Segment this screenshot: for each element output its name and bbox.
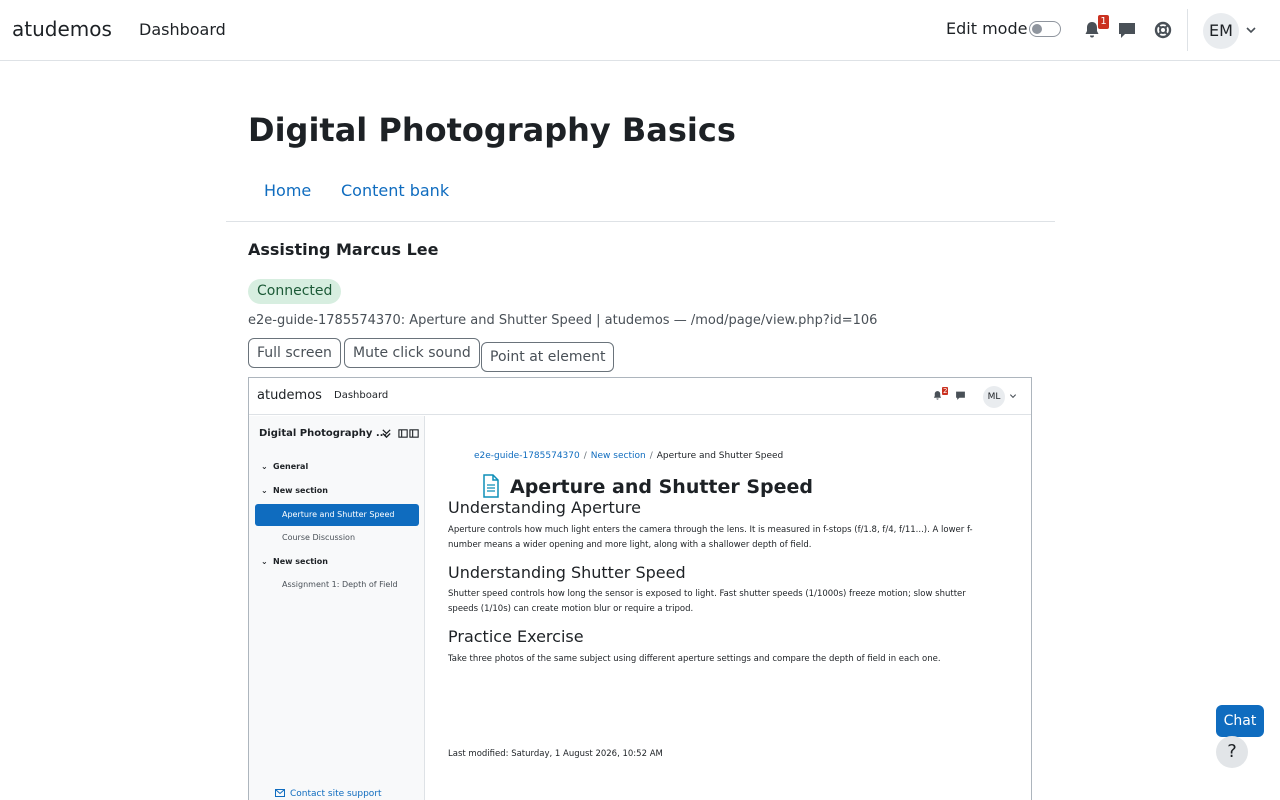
- chat-button[interactable]: Chat: [1216, 705, 1264, 737]
- secondary-navigation: Home Content bank: [226, 170, 1055, 222]
- nav-dashboard-link[interactable]: Dashboard: [139, 20, 226, 39]
- close-drawer-icon[interactable]: [397, 428, 421, 439]
- site-brand[interactable]: atudemos: [12, 17, 112, 41]
- chevron-down-icon[interactable]: [1245, 24, 1257, 36]
- course-section[interactable]: ⌄ New section: [261, 557, 328, 566]
- notification-badge: 1: [1098, 15, 1109, 29]
- edit-mode-label: Edit mode: [946, 19, 1028, 38]
- collapse-all-icon[interactable]: [381, 428, 392, 439]
- remote-site-brand[interactable]: atudemos: [257, 388, 322, 403]
- chevron-down-icon: ⌄: [261, 462, 268, 471]
- breadcrumb: e2e-guide-1785574370/New section / Apertur…: [474, 451, 784, 461]
- chevron-down-icon: ⌄: [261, 557, 268, 566]
- content-heading: Practice Exercise: [448, 627, 584, 646]
- edit-mode-toggle[interactable]: [1029, 21, 1061, 37]
- remote-chevron-down-icon[interactable]: [1009, 392, 1017, 400]
- course-section[interactable]: ⌄ New section: [261, 486, 328, 495]
- content-heading: Understanding Aperture: [448, 498, 641, 517]
- remote-course-name[interactable]: Digital Photography ...: [259, 428, 387, 439]
- user-avatar[interactable]: EM: [1203, 13, 1239, 49]
- remote-notification-badge: 2: [942, 387, 949, 395]
- last-modified: Last modified: Saturday, 1 August 2026, …: [448, 749, 663, 759]
- remote-user-avatar[interactable]: ML: [983, 386, 1005, 408]
- content-paragraph: Aperture controls how much light enters …: [448, 525, 973, 550]
- course-activity[interactable]: Course Discussion: [282, 533, 355, 542]
- top-navbar: atudemos Dashboard Edit mode 1 EM: [0, 0, 1280, 61]
- content-heading: Understanding Shutter Speed: [448, 563, 686, 582]
- chevron-down-icon: ⌄: [261, 486, 268, 495]
- contact-support-link[interactable]: Contact site support: [275, 789, 382, 799]
- remote-navbar: atudemos Dashboard 2 ML: [249, 378, 1031, 415]
- content-paragraph: Shutter speed controls how long the sens…: [448, 589, 966, 614]
- remote-message-icon[interactable]: [955, 390, 966, 401]
- assist-title: Assisting Marcus Lee: [248, 240, 439, 259]
- status-badge: Connected: [248, 279, 342, 304]
- course-section[interactable]: ⌄ General: [261, 462, 308, 471]
- remote-main-content: e2e-guide-1785574370/New section / Apertur…: [426, 416, 1031, 800]
- mute-click-sound-button[interactable]: Mute click sound: [344, 338, 480, 368]
- remote-view-frame[interactable]: atudemos Dashboard 2 ML Digital Photogra…: [248, 377, 1032, 800]
- nav-content-bank-link[interactable]: Content bank: [341, 181, 449, 200]
- breadcrumb-course-link[interactable]: e2e-guide-1785574370: [474, 451, 580, 461]
- current-location: e2e-guide-1785574370: Aperture and Shutt…: [248, 313, 878, 328]
- navbar-divider: [1187, 9, 1188, 51]
- full-screen-button[interactable]: Full screen: [248, 338, 341, 368]
- page-document-icon: [483, 474, 499, 498]
- lifebuoy-icon[interactable]: [1153, 20, 1173, 40]
- breadcrumb-section-link[interactable]: New section: [591, 451, 646, 461]
- nav-home-link[interactable]: Home: [264, 181, 311, 200]
- remote-page-title: Aperture and Shutter Speed: [510, 476, 814, 498]
- course-activity[interactable]: Assignment 1: Depth of Field: [282, 580, 398, 589]
- remote-course-index: Digital Photography ... ⌄ General ⌄ New se…: [249, 416, 425, 800]
- content-paragraph: Take three photos of the same subject us…: [448, 654, 941, 664]
- point-at-element-button[interactable]: Point at element: [481, 342, 615, 372]
- help-button[interactable]: ?: [1216, 736, 1248, 768]
- envelope-icon: [275, 789, 285, 797]
- breadcrumb-current: Aperture and Shutter Speed: [656, 451, 784, 461]
- remote-nav-dashboard-link[interactable]: Dashboard: [334, 390, 388, 401]
- message-icon[interactable]: [1117, 20, 1137, 40]
- course-activity-active[interactable]: Aperture and Shutter Speed: [255, 504, 419, 526]
- page-title: Digital Photography Basics: [248, 111, 736, 149]
